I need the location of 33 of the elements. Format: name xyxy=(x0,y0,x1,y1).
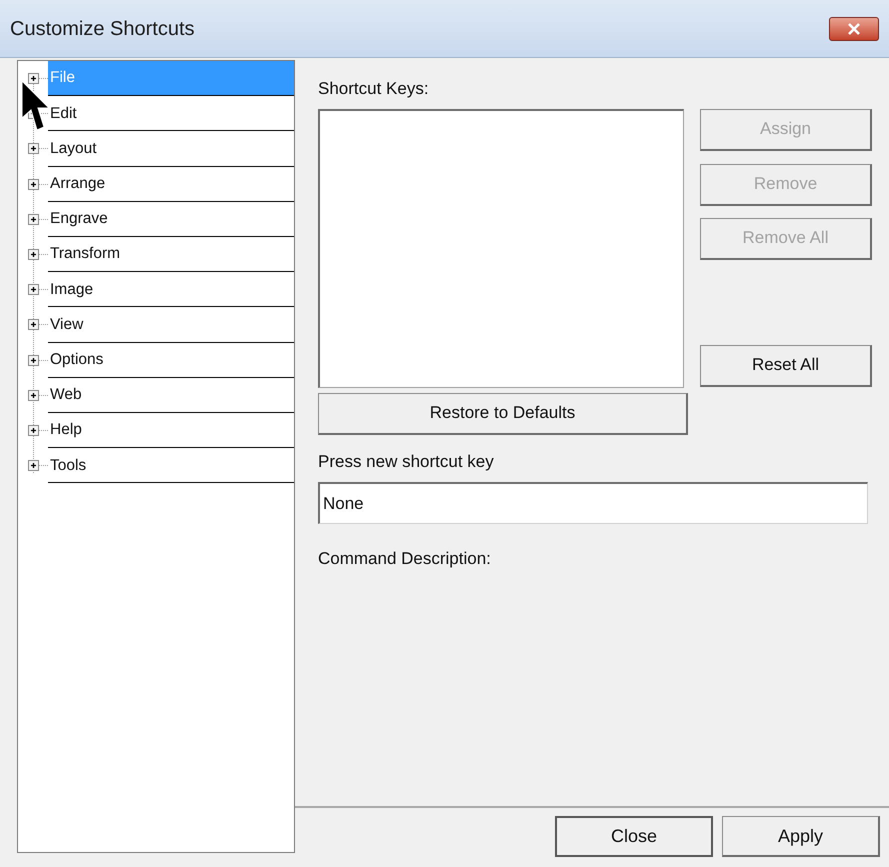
expand-icon[interactable] xyxy=(28,390,39,401)
shortcut-keys-label: Shortcut Keys: xyxy=(318,78,430,100)
tree-item[interactable]: Engrave xyxy=(48,202,294,237)
tree-item[interactable]: Edit xyxy=(48,96,294,132)
expand-icon[interactable] xyxy=(28,319,39,330)
tree-item[interactable]: Help xyxy=(48,412,294,448)
expand-icon[interactable] xyxy=(28,214,39,225)
tree-item[interactable]: Web xyxy=(48,378,294,413)
command-description-label: Command Description: xyxy=(318,548,492,570)
expand-icon[interactable] xyxy=(28,73,39,84)
tree-item[interactable]: Tools xyxy=(48,448,294,484)
tree-item[interactable]: Image xyxy=(48,272,294,308)
action-button[interactable]: Reset All xyxy=(700,344,872,386)
tree-item[interactable]: Options xyxy=(48,342,294,378)
tree-item[interactable]: View xyxy=(48,307,294,342)
close-icon xyxy=(847,22,861,34)
expand-icon[interactable] xyxy=(28,143,39,154)
expand-icon[interactable] xyxy=(28,178,39,190)
tree-item[interactable]: Layout xyxy=(48,131,294,167)
tree-item[interactable]: Arrange xyxy=(48,166,294,202)
close-button[interactable] xyxy=(829,16,879,40)
expand-icon[interactable] xyxy=(28,249,39,260)
new-shortcut-label: Press new shortcut key xyxy=(318,450,495,472)
expand-icon[interactable] xyxy=(28,284,39,296)
window-title: Customize Shortcuts xyxy=(10,16,195,42)
dialog-button[interactable]: Apply xyxy=(722,816,880,857)
dialog-button[interactable]: Close xyxy=(555,816,713,857)
expand-icon[interactable] xyxy=(28,460,39,472)
expand-icon[interactable] xyxy=(28,354,39,366)
tree-item[interactable]: Transform xyxy=(48,236,294,272)
expand-icon[interactable] xyxy=(28,424,39,436)
restore-defaults-button[interactable]: Restore to Defaults xyxy=(318,392,688,434)
shortcut-key-field[interactable]: None xyxy=(318,482,868,524)
